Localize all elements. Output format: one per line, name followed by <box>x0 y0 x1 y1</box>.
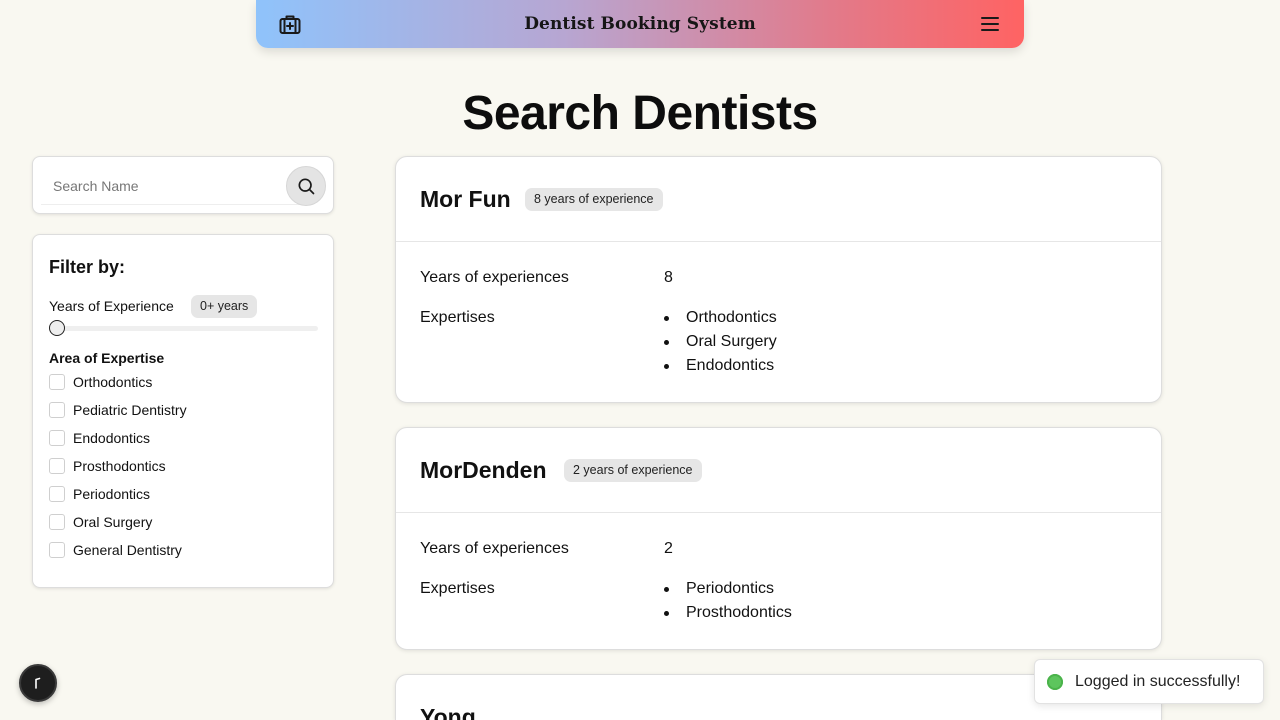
dentist-card[interactable]: Mor Fun 8 years of experience Years of e… <box>395 156 1162 403</box>
checkbox[interactable] <box>49 514 65 530</box>
expertise-label: Expertises <box>420 580 495 597</box>
checkbox[interactable] <box>49 430 65 446</box>
expertise-option-periodontics[interactable]: Periodontics <box>49 480 187 508</box>
expertise-option-general-dentistry[interactable]: General Dentistry <box>49 536 187 564</box>
checkbox-label: Periodontics <box>73 486 151 502</box>
checkbox-label: Oral Surgery <box>73 514 153 530</box>
experience-slider-track[interactable] <box>49 326 318 331</box>
experience-badge: 8 years of experience <box>525 188 663 211</box>
expertise-list: Periodontics Prosthodontics <box>664 577 792 625</box>
app-title[interactable]: Dentist Booking System <box>524 14 756 34</box>
dentist-name[interactable]: Yong <box>420 704 476 720</box>
expertise-checklist: Orthodontics Pediatric Dentistry Endodon… <box>49 368 187 564</box>
filter-panel: Filter by: Years of Experience 0+ years … <box>32 234 334 588</box>
hamburger-menu-icon[interactable] <box>978 12 1002 36</box>
years-label: Years of experiences <box>420 540 569 557</box>
dentist-card-header: Mor Fun 8 years of experience <box>396 157 1161 242</box>
checkbox[interactable] <box>49 402 65 418</box>
expertise-option-oral-surgery[interactable]: Oral Surgery <box>49 508 187 536</box>
search-name-input[interactable] <box>41 167 313 205</box>
experience-slider-thumb[interactable] <box>49 320 65 336</box>
filter-title: Filter by: <box>49 257 126 277</box>
checkbox[interactable] <box>49 374 65 390</box>
expertise-item: Orthodontics <box>664 306 777 330</box>
dentist-card[interactable]: MorDenden 2 years of experience Years of… <box>395 427 1162 650</box>
cursor-icon <box>35 677 41 689</box>
expertise-label: Expertises <box>420 309 495 326</box>
search-button[interactable] <box>286 166 326 206</box>
floating-action-button[interactable] <box>19 664 57 702</box>
checkbox-label: Pediatric Dentistry <box>73 402 187 418</box>
years-value: 2 <box>664 540 673 557</box>
checkbox[interactable] <box>49 458 65 474</box>
checkbox-label: Orthodontics <box>73 374 153 390</box>
page-title: Search Dentists <box>462 87 818 140</box>
expertise-option-prosthodontics[interactable]: Prosthodontics <box>49 452 187 480</box>
dentist-name[interactable]: MorDenden <box>420 457 547 484</box>
years-value: 8 <box>664 269 673 286</box>
medical-kit-icon[interactable] <box>278 12 302 36</box>
expertise-list: Orthodontics Oral Surgery Endodontics <box>664 306 777 378</box>
experience-filter-badge: 0+ years <box>191 295 258 318</box>
expertise-option-orthodontics[interactable]: Orthodontics <box>49 368 187 396</box>
expertise-item: Periodontics <box>664 577 792 601</box>
expertise-option-pediatric-dentistry[interactable]: Pediatric Dentistry <box>49 396 187 424</box>
checkbox[interactable] <box>49 486 65 502</box>
expertise-filter-label: Area of Expertise <box>49 350 165 366</box>
expertise-item: Prosthodontics <box>664 601 792 625</box>
expertise-option-endodontics[interactable]: Endodontics <box>49 424 187 452</box>
checkbox[interactable] <box>49 542 65 558</box>
search-icon <box>298 178 315 195</box>
expertise-item: Oral Surgery <box>664 330 777 354</box>
dentist-name[interactable]: Mor Fun <box>420 186 511 213</box>
expertise-item: Endodontics <box>664 354 777 378</box>
search-box <box>32 156 334 214</box>
experience-filter-label: Years of Experience <box>49 298 174 314</box>
checkbox-label: Endodontics <box>73 430 151 446</box>
dentist-card-header: MorDenden 2 years of experience <box>396 428 1161 513</box>
checkbox-label: General Dentistry <box>73 542 182 558</box>
checkbox-label: Prosthodontics <box>73 458 166 474</box>
login-toast: Logged in successfully! <box>1034 659 1264 704</box>
top-navbar: Dentist Booking System <box>256 0 1024 48</box>
years-label: Years of experiences <box>420 269 569 286</box>
experience-badge: 2 years of experience <box>564 459 702 482</box>
success-status-icon <box>1047 673 1063 690</box>
toast-message: Logged in successfully! <box>1075 672 1241 690</box>
